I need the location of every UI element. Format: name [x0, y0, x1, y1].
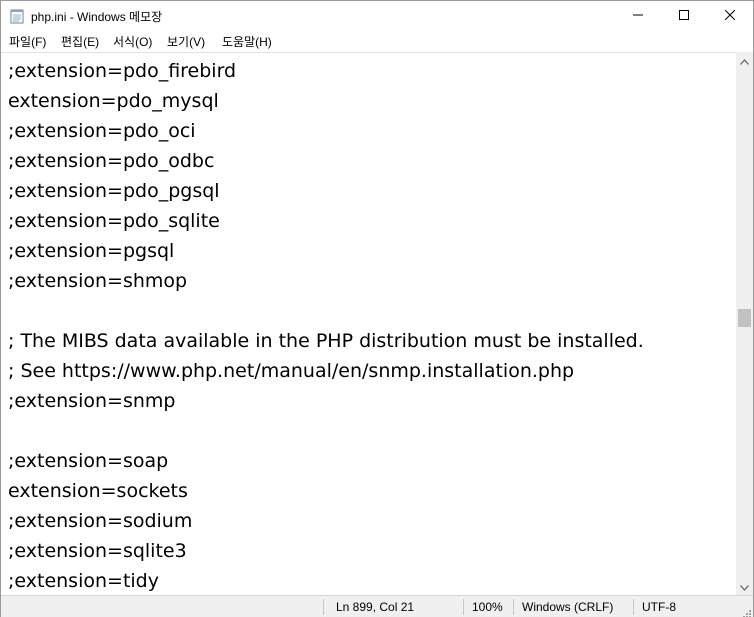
- menu-bar: 파일(F) 편집(E) 서식(O) 보기(V) 도움말(H): [1, 31, 753, 51]
- text-line: ;extension=pgsql: [8, 240, 175, 262]
- maximize-icon: [679, 7, 689, 25]
- status-divider: [513, 599, 514, 615]
- menu-format[interactable]: 서식(O): [113, 33, 152, 50]
- text-line: ;extension=pdo_oci: [8, 120, 196, 142]
- scroll-up-button[interactable]: [736, 52, 753, 69]
- status-divider: [323, 599, 324, 615]
- maximize-button[interactable]: [661, 1, 707, 31]
- notepad-window: php.ini - Windows 메모장 파일(F) 편집(E) 서식(O) …: [0, 0, 754, 617]
- minimize-icon: [633, 7, 643, 25]
- scroll-thumb[interactable]: [738, 309, 751, 327]
- status-divider: [463, 599, 464, 615]
- text-line: extension=sockets: [8, 480, 188, 502]
- text-line: ;extension=pdo_odbc: [8, 150, 215, 172]
- close-icon: [724, 7, 736, 25]
- text-line: ;extension=pdo_sqlite: [8, 210, 220, 232]
- chevron-up-icon: [740, 52, 749, 70]
- menu-edit[interactable]: 편집(E): [61, 33, 99, 50]
- line-ending: Windows (CRLF): [522, 600, 614, 614]
- text-line: ;extension=sqlite3: [8, 540, 187, 562]
- menu-file[interactable]: 파일(F): [9, 33, 46, 50]
- text-line: ;extension=tidy: [8, 570, 159, 592]
- text-line: ; The MIBS data available in the PHP dis…: [8, 330, 644, 352]
- scroll-down-button[interactable]: [736, 578, 753, 595]
- text-line: extension=pdo_mysql: [8, 90, 219, 112]
- notepad-icon[interactable]: [10, 8, 24, 24]
- zoom-level: 100%: [472, 600, 503, 614]
- minimize-button[interactable]: [615, 1, 661, 31]
- text-line: ;extension=pdo_firebird: [8, 60, 237, 82]
- resize-grip-icon[interactable]: [741, 605, 751, 617]
- status-bar: Ln 899, Col 21 100% Windows (CRLF) UTF-8: [1, 595, 753, 617]
- text-line: ;extension=shmop: [8, 270, 188, 292]
- window-title: php.ini - Windows 메모장: [31, 10, 163, 24]
- title-bar[interactable]: php.ini - Windows 메모장: [1, 1, 753, 31]
- menu-help[interactable]: 도움말(H): [222, 33, 272, 50]
- text-editor[interactable]: ;extension=pdo_firebird extension=pdo_my…: [1, 52, 736, 596]
- vertical-scrollbar[interactable]: [736, 52, 753, 595]
- status-divider: [633, 599, 634, 615]
- menu-view[interactable]: 보기(V): [167, 33, 205, 50]
- close-button[interactable]: [707, 1, 753, 31]
- encoding: UTF-8: [642, 600, 676, 614]
- text-line: ; See https://www.php.net/manual/en/snmp…: [8, 360, 575, 382]
- text-line: ;extension=pdo_pgsql: [8, 180, 220, 202]
- text-line: ;extension=soap: [8, 450, 169, 472]
- text-line: ;extension=snmp: [8, 390, 176, 412]
- cursor-position: Ln 899, Col 21: [336, 600, 415, 614]
- text-line: ;extension=sodium: [8, 510, 193, 532]
- chevron-down-icon: [740, 578, 749, 596]
